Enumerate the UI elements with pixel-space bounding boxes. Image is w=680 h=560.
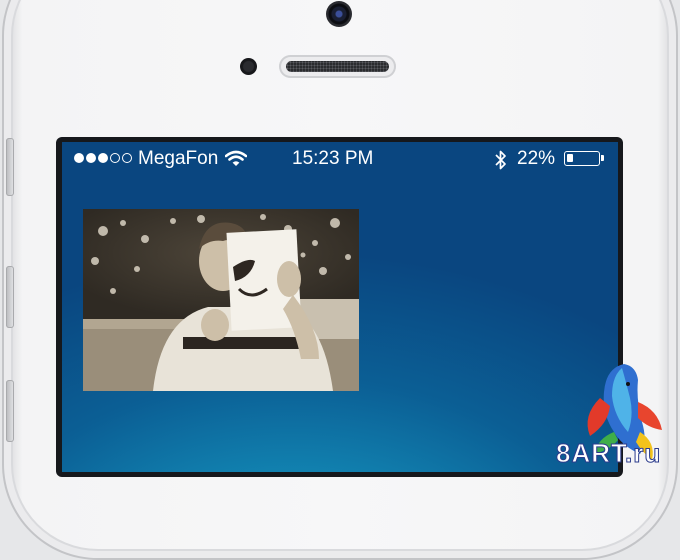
battery-level [567,154,574,162]
signal-dot [86,153,96,163]
side-button-volume-down [6,380,14,442]
battery-icon [564,151,600,166]
photo-image [83,209,359,391]
photo-thumbnail[interactable] [83,209,359,391]
battery-percent: 22% [517,148,556,169]
signal-dots-icon [74,153,132,163]
wifi-icon [225,150,247,166]
status-bar: MegaFon 15:23 PM 22% [62,142,618,176]
bluetooth-icon [495,150,506,170]
proximity-sensor-icon [240,58,257,75]
speaker-grill [286,61,389,72]
signal-dot [122,153,132,163]
watermark-text: 8ART.ru [555,438,662,469]
battery-nub [601,155,604,161]
carrier-name: MegaFon [138,148,219,169]
front-camera-icon [326,1,352,27]
status-time: 15:23 PM [292,148,374,169]
signal-dot [98,153,108,163]
side-button-mute [6,138,14,196]
signal-dot [110,153,120,163]
signal-dot [74,153,84,163]
side-button-volume-up [6,266,14,328]
